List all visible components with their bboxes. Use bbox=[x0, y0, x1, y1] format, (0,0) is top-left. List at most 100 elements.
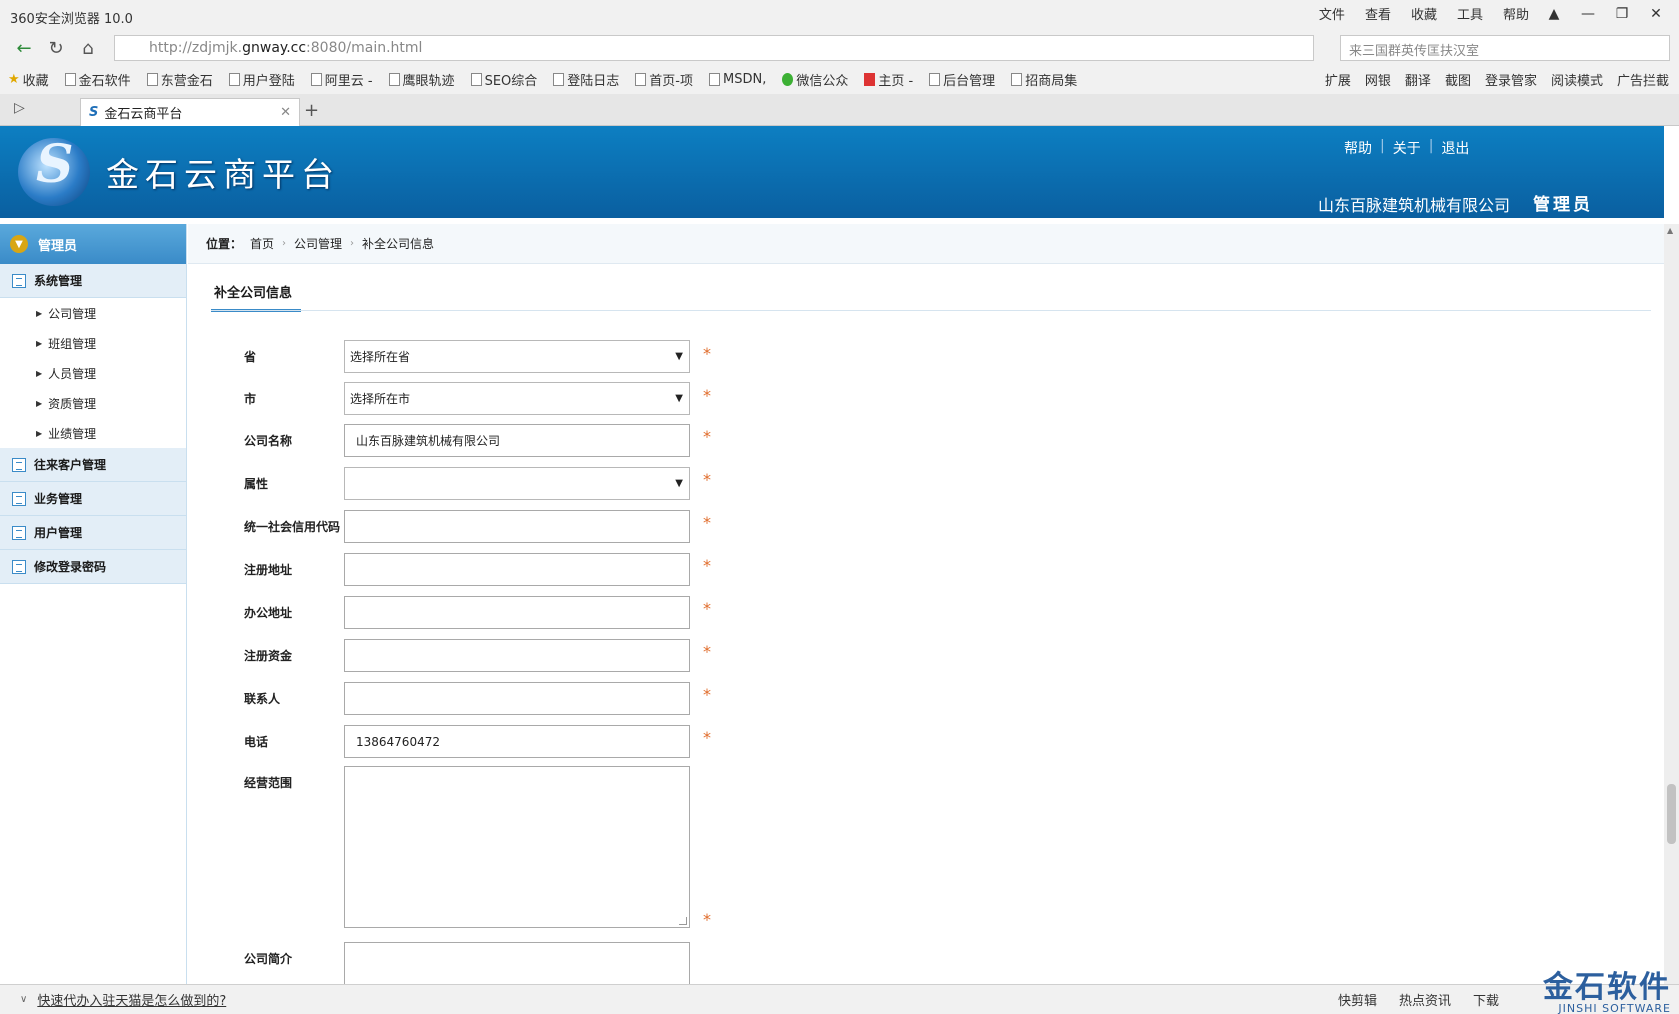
app-header: S 金石云商平台 帮助 | 关于 | 退出 山东百脉建筑机械有限公司 管理员 bbox=[0, 126, 1664, 218]
company-profile-textarea[interactable] bbox=[344, 942, 690, 984]
sidebar-group-system[interactable]: 系统管理 bbox=[0, 264, 186, 298]
bookmark-item[interactable]: 后台管理 bbox=[929, 70, 995, 89]
triangle-right-icon: ▶ bbox=[36, 368, 43, 378]
bookmark-item[interactable]: 首页-项 bbox=[635, 70, 693, 89]
form-row-province: 省 选择所在省 ▼ bbox=[244, 340, 690, 373]
download-button[interactable]: 下载 bbox=[1473, 990, 1499, 1009]
browser-search-input[interactable]: 来三国群英传匡扶汉室 bbox=[1340, 35, 1670, 61]
tool-reading-mode[interactable]: 阅读模式 bbox=[1551, 70, 1603, 89]
url-input[interactable]: http://zdjmjk.gnway.cc:8080/main.html bbox=[114, 35, 1314, 61]
credit-code-input[interactable] bbox=[344, 510, 690, 543]
tab-close-icon[interactable]: ✕ bbox=[280, 105, 291, 120]
bookmark-item[interactable]: 阿里云 - bbox=[310, 70, 373, 89]
bookmark-item[interactable]: 鹰眼轨迹 bbox=[388, 70, 455, 89]
form-row-attribute: 属性 ▼ bbox=[244, 467, 690, 500]
divider bbox=[211, 310, 1651, 311]
attribute-select[interactable]: ▼ bbox=[344, 467, 690, 500]
company-name: 山东百脉建筑机械有限公司 bbox=[1318, 196, 1511, 215]
tool-extensions[interactable]: 扩展 bbox=[1325, 70, 1351, 89]
bookmark-favorites[interactable]: ★ 收藏 bbox=[8, 70, 49, 89]
required-mark: * bbox=[703, 910, 711, 929]
sidebar-item-team[interactable]: ▶ 班组管理 bbox=[0, 328, 186, 358]
bookmark-item[interactable]: 用户登陆 bbox=[228, 70, 295, 89]
bookmark-item[interactable]: 主页 - bbox=[864, 70, 913, 89]
company-name-input[interactable]: 山东百脉建筑机械有限公司 bbox=[344, 424, 690, 457]
chevron-right-icon: › bbox=[350, 238, 355, 249]
hot-news-button[interactable]: 热点资讯 bbox=[1399, 990, 1451, 1009]
page-scrollbar[interactable]: ▲ bbox=[1664, 224, 1679, 984]
sidebar-group-clients[interactable]: 往来客户管理 bbox=[0, 448, 186, 482]
breadcrumb-home[interactable]: 首页 bbox=[250, 235, 274, 252]
site-favicon-icon: S bbox=[89, 105, 99, 120]
required-mark: * bbox=[703, 427, 711, 446]
page-icon bbox=[64, 72, 76, 86]
restore-icon[interactable]: ❐ bbox=[1607, 2, 1637, 26]
province-select[interactable]: 选择所在省 ▼ bbox=[344, 340, 690, 373]
about-link[interactable]: 关于 bbox=[1393, 138, 1421, 158]
chevron-right-icon: › bbox=[282, 238, 287, 249]
triangle-right-icon: ▶ bbox=[36, 338, 43, 348]
resize-grip-icon[interactable] bbox=[679, 917, 687, 925]
bookmark-item[interactable]: 微信公众 bbox=[782, 70, 848, 89]
bookmark-item[interactable]: 招商局集 bbox=[1011, 70, 1077, 89]
star-icon: ★ bbox=[8, 71, 20, 87]
registered-address-input[interactable] bbox=[344, 553, 690, 586]
skin-icon[interactable]: ▲ bbox=[1539, 2, 1569, 26]
chevron-down-icon[interactable]: ∨ bbox=[20, 994, 27, 1005]
sidebar-toggle-icon[interactable]: ▷ bbox=[14, 100, 25, 116]
sidebar-role-header[interactable]: ▼ 管理员 bbox=[0, 224, 186, 264]
bookmark-item[interactable]: 东营金石 bbox=[146, 70, 213, 89]
menu-help[interactable]: 帮助 bbox=[1503, 4, 1529, 23]
form-row-registered-capital: 注册资金 bbox=[244, 639, 690, 672]
field-label: 联系人 bbox=[244, 692, 281, 706]
registered-capital-input[interactable] bbox=[344, 639, 690, 672]
menu-favorites[interactable]: 收藏 bbox=[1411, 4, 1437, 23]
news-link[interactable]: 快速代办入驻天猫是怎么做到的? bbox=[37, 990, 226, 1009]
form-row-credit-code: 统一社会信用代码 bbox=[244, 510, 690, 543]
sidebar-group-business[interactable]: 业务管理 bbox=[0, 482, 186, 516]
form-row-city: 市 选择所在市 ▼ bbox=[244, 382, 690, 415]
sidebar-item-performance[interactable]: ▶ 业绩管理 bbox=[0, 418, 186, 448]
sidebar-item-staff[interactable]: ▶ 人员管理 bbox=[0, 358, 186, 388]
triangle-right-icon: ▶ bbox=[36, 398, 43, 408]
bookmark-item[interactable]: 金石软件 bbox=[64, 70, 131, 89]
breadcrumb-company[interactable]: 公司管理 bbox=[294, 235, 342, 252]
tool-translate[interactable]: 翻译 bbox=[1405, 70, 1431, 89]
contact-input[interactable] bbox=[344, 682, 690, 715]
sidebar-group-users[interactable]: 用户管理 bbox=[0, 516, 186, 550]
sidebar-item-qualification[interactable]: ▶ 资质管理 bbox=[0, 388, 186, 418]
breadcrumb-current: 补全公司信息 bbox=[362, 237, 435, 251]
tool-screenshot[interactable]: 截图 bbox=[1445, 70, 1471, 89]
home-icon[interactable]: ⌂ bbox=[74, 34, 102, 62]
office-address-input[interactable] bbox=[344, 596, 690, 629]
help-link[interactable]: 帮助 bbox=[1344, 138, 1372, 158]
tool-adblock[interactable]: 广告拦截 bbox=[1617, 70, 1669, 89]
refresh-icon[interactable]: ↻ bbox=[42, 34, 70, 62]
tool-ebank[interactable]: 网银 bbox=[1365, 70, 1391, 89]
bookmark-item[interactable]: 登陆日志 bbox=[553, 70, 619, 89]
bookmark-item[interactable]: SEO综合 bbox=[470, 70, 537, 89]
back-arrow-icon[interactable]: ← bbox=[10, 34, 38, 62]
scroll-up-icon[interactable]: ▲ bbox=[1667, 226, 1673, 235]
bookmark-item[interactable]: MSDN, bbox=[708, 72, 766, 87]
watermark-logo: 金石软件 JINSHI SOFTWARE bbox=[1543, 962, 1671, 1014]
sidebar-group-password[interactable]: 修改登录密码 bbox=[0, 550, 186, 584]
close-icon[interactable]: ✕ bbox=[1641, 2, 1671, 26]
phone-input[interactable]: 13864760472 bbox=[344, 725, 690, 758]
menu-file[interactable]: 文件 bbox=[1319, 4, 1345, 23]
user-role: 管理员 bbox=[1533, 195, 1593, 215]
list-icon bbox=[12, 273, 26, 288]
scrollbar-thumb[interactable] bbox=[1667, 784, 1676, 844]
quick-edit-button[interactable]: 快剪辑 bbox=[1338, 990, 1377, 1009]
city-select[interactable]: 选择所在市 ▼ bbox=[344, 382, 690, 415]
minimize-icon[interactable]: — bbox=[1573, 2, 1603, 26]
new-tab-icon[interactable]: + bbox=[304, 100, 319, 121]
field-label: 经营范围 bbox=[244, 776, 293, 790]
business-scope-textarea[interactable] bbox=[344, 766, 690, 928]
menu-view[interactable]: 查看 bbox=[1365, 4, 1391, 23]
sidebar-item-company[interactable]: ▶ 公司管理 bbox=[0, 298, 186, 328]
logout-link[interactable]: 退出 bbox=[1441, 138, 1469, 158]
tab-active[interactable]: S 金石云商平台 ✕ bbox=[80, 98, 300, 126]
tool-login-manager[interactable]: 登录管家 bbox=[1485, 70, 1537, 89]
menu-tools[interactable]: 工具 bbox=[1457, 4, 1483, 23]
